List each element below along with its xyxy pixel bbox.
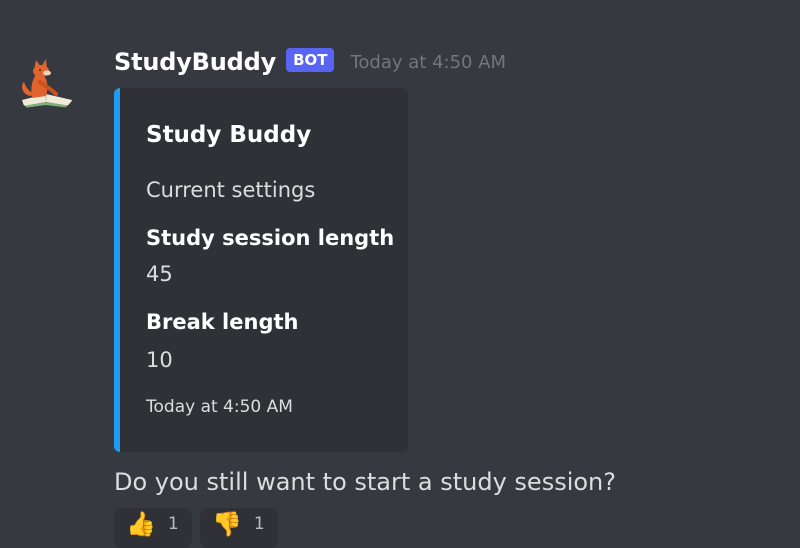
- reaction-count: 1: [167, 514, 179, 534]
- embed-field-name: Study session length: [146, 226, 395, 250]
- embed-footer: Today at 4:50 AM: [146, 397, 293, 417]
- thumbs-down-icon: 👎: [212, 510, 242, 538]
- thumbs-up-icon: 👍: [126, 510, 156, 538]
- embed-card: Study Buddy Current settings Study sessi…: [114, 88, 408, 452]
- avatar[interactable]: [14, 50, 78, 114]
- embed-description: Current settings: [146, 178, 316, 202]
- message-timestamp: Today at 4:50 AM: [350, 51, 507, 73]
- message-header: StudyBuddy BOT Today at 4:50 AM: [114, 44, 506, 80]
- chat-message: StudyBuddy BOT Today at 4:50 AM Study Bu…: [0, 0, 800, 548]
- embed-field-value: 45: [146, 262, 173, 286]
- author-name[interactable]: StudyBuddy: [114, 48, 276, 76]
- fox-reading-icon: [14, 50, 78, 114]
- embed-field-value: 10: [146, 348, 173, 372]
- reaction-thumbs-down[interactable]: 👎 1: [200, 508, 278, 548]
- reactions-bar: 👍 1 👎 1: [114, 508, 278, 548]
- embed-field-name: Break length: [146, 310, 299, 334]
- bot-badge: BOT: [286, 48, 335, 72]
- message-content: Do you still want to start a study sessi…: [114, 468, 617, 496]
- reaction-count: 1: [253, 514, 265, 534]
- reaction-thumbs-up[interactable]: 👍 1: [114, 508, 192, 548]
- embed-title: Study Buddy: [146, 122, 312, 148]
